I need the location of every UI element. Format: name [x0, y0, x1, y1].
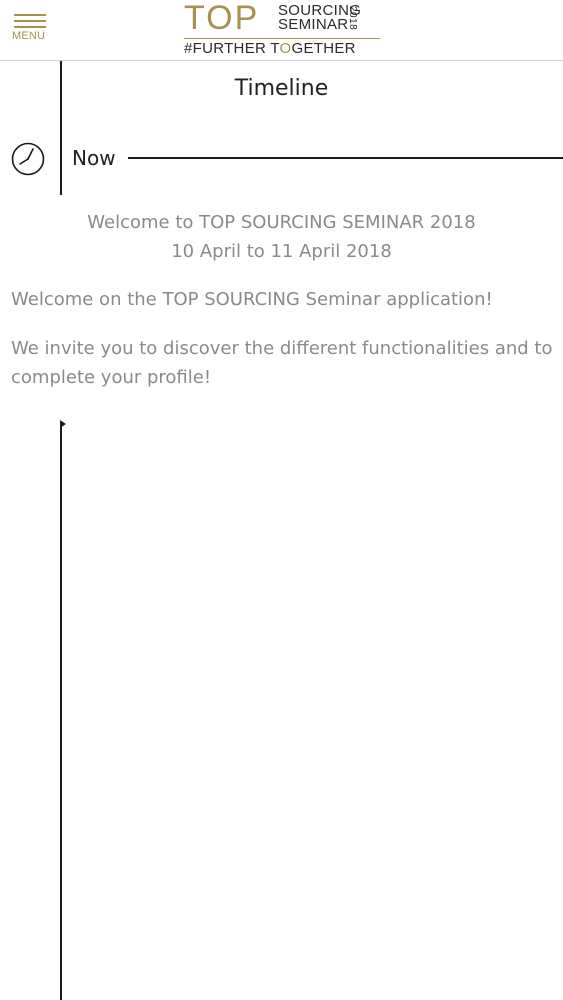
tagline-part-1: #FURTHER T	[184, 40, 280, 57]
menu-label: MENU	[12, 30, 46, 42]
hamburger-icon	[14, 14, 46, 28]
app-header: MENU TOP SOURCING SEMINAR 2018 #FURTHER …	[0, 0, 563, 61]
welcome-title: Welcome to TOP SOURCING SEMINAR 2018	[87, 212, 476, 233]
now-divider	[128, 157, 563, 159]
tagline-part-3: GETHER	[291, 40, 356, 57]
invite-paragraph: We invite you to discover the different …	[11, 338, 553, 388]
event-logo: TOP SOURCING SEMINAR 2018 #FURTHER TOGET…	[182, 0, 384, 58]
event-dates: 10 April to 11 April 2018	[171, 241, 392, 262]
tagline-part-2: O	[279, 40, 292, 57]
clock-icon	[11, 142, 45, 176]
logo-word: TOP	[184, 0, 260, 37]
now-label: Now	[72, 146, 116, 170]
timeline-axis-bottom	[60, 426, 62, 1000]
logo-top: TOP SOURCING SEMINAR 2018	[182, 0, 384, 38]
welcome-header: Welcome to TOP SOURCING SEMINAR 2018 10 …	[0, 208, 563, 266]
menu-button[interactable]: MENU	[12, 12, 48, 46]
page: MENU TOP SOURCING SEMINAR 2018 #FURTHER …	[0, 0, 563, 1000]
page-title: Timeline	[234, 76, 329, 101]
logo-tagline: #FURTHER TOGETHER	[184, 40, 356, 57]
logo-year: 2018	[347, 6, 358, 31]
welcome-paragraph: Welcome on the TOP SOURCING Seminar appl…	[11, 289, 493, 310]
logo-divider	[184, 38, 380, 39]
